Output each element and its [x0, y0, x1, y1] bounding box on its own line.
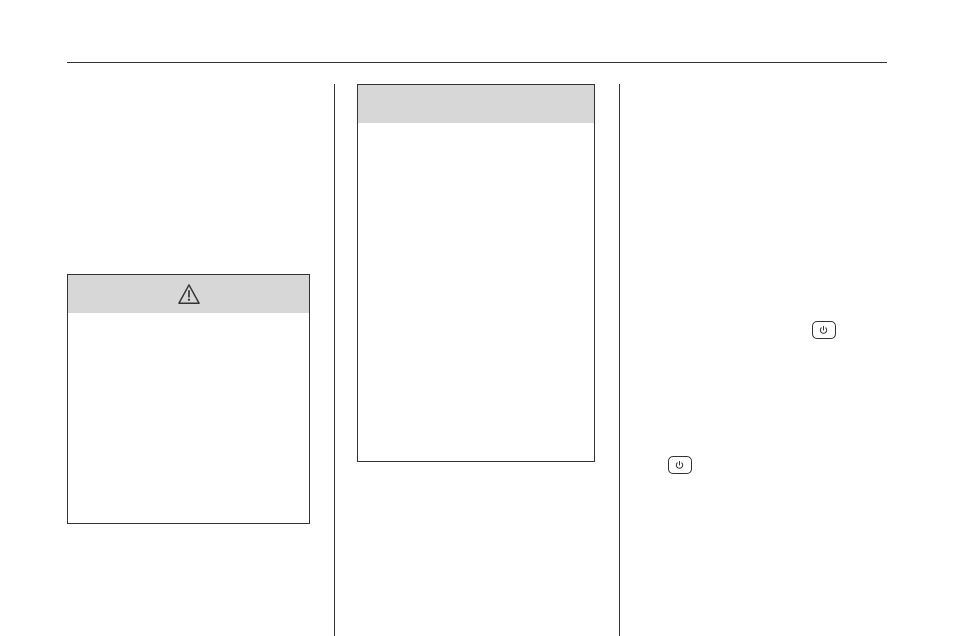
power-icon [812, 321, 836, 339]
info-box [357, 84, 594, 462]
column-divider [334, 84, 335, 636]
warning-box [67, 274, 310, 524]
column-2 [351, 84, 602, 636]
horizontal-rule [67, 62, 887, 63]
power-icon [668, 456, 692, 474]
warning-triangle-icon [178, 284, 200, 304]
info-box-header [358, 85, 593, 123]
column-3 [636, 84, 887, 636]
column-1 [67, 84, 318, 636]
info-box-body [358, 123, 593, 461]
column-divider [619, 84, 620, 636]
column-container [67, 84, 887, 636]
warning-box-header [68, 275, 309, 313]
warning-box-body [68, 313, 309, 523]
